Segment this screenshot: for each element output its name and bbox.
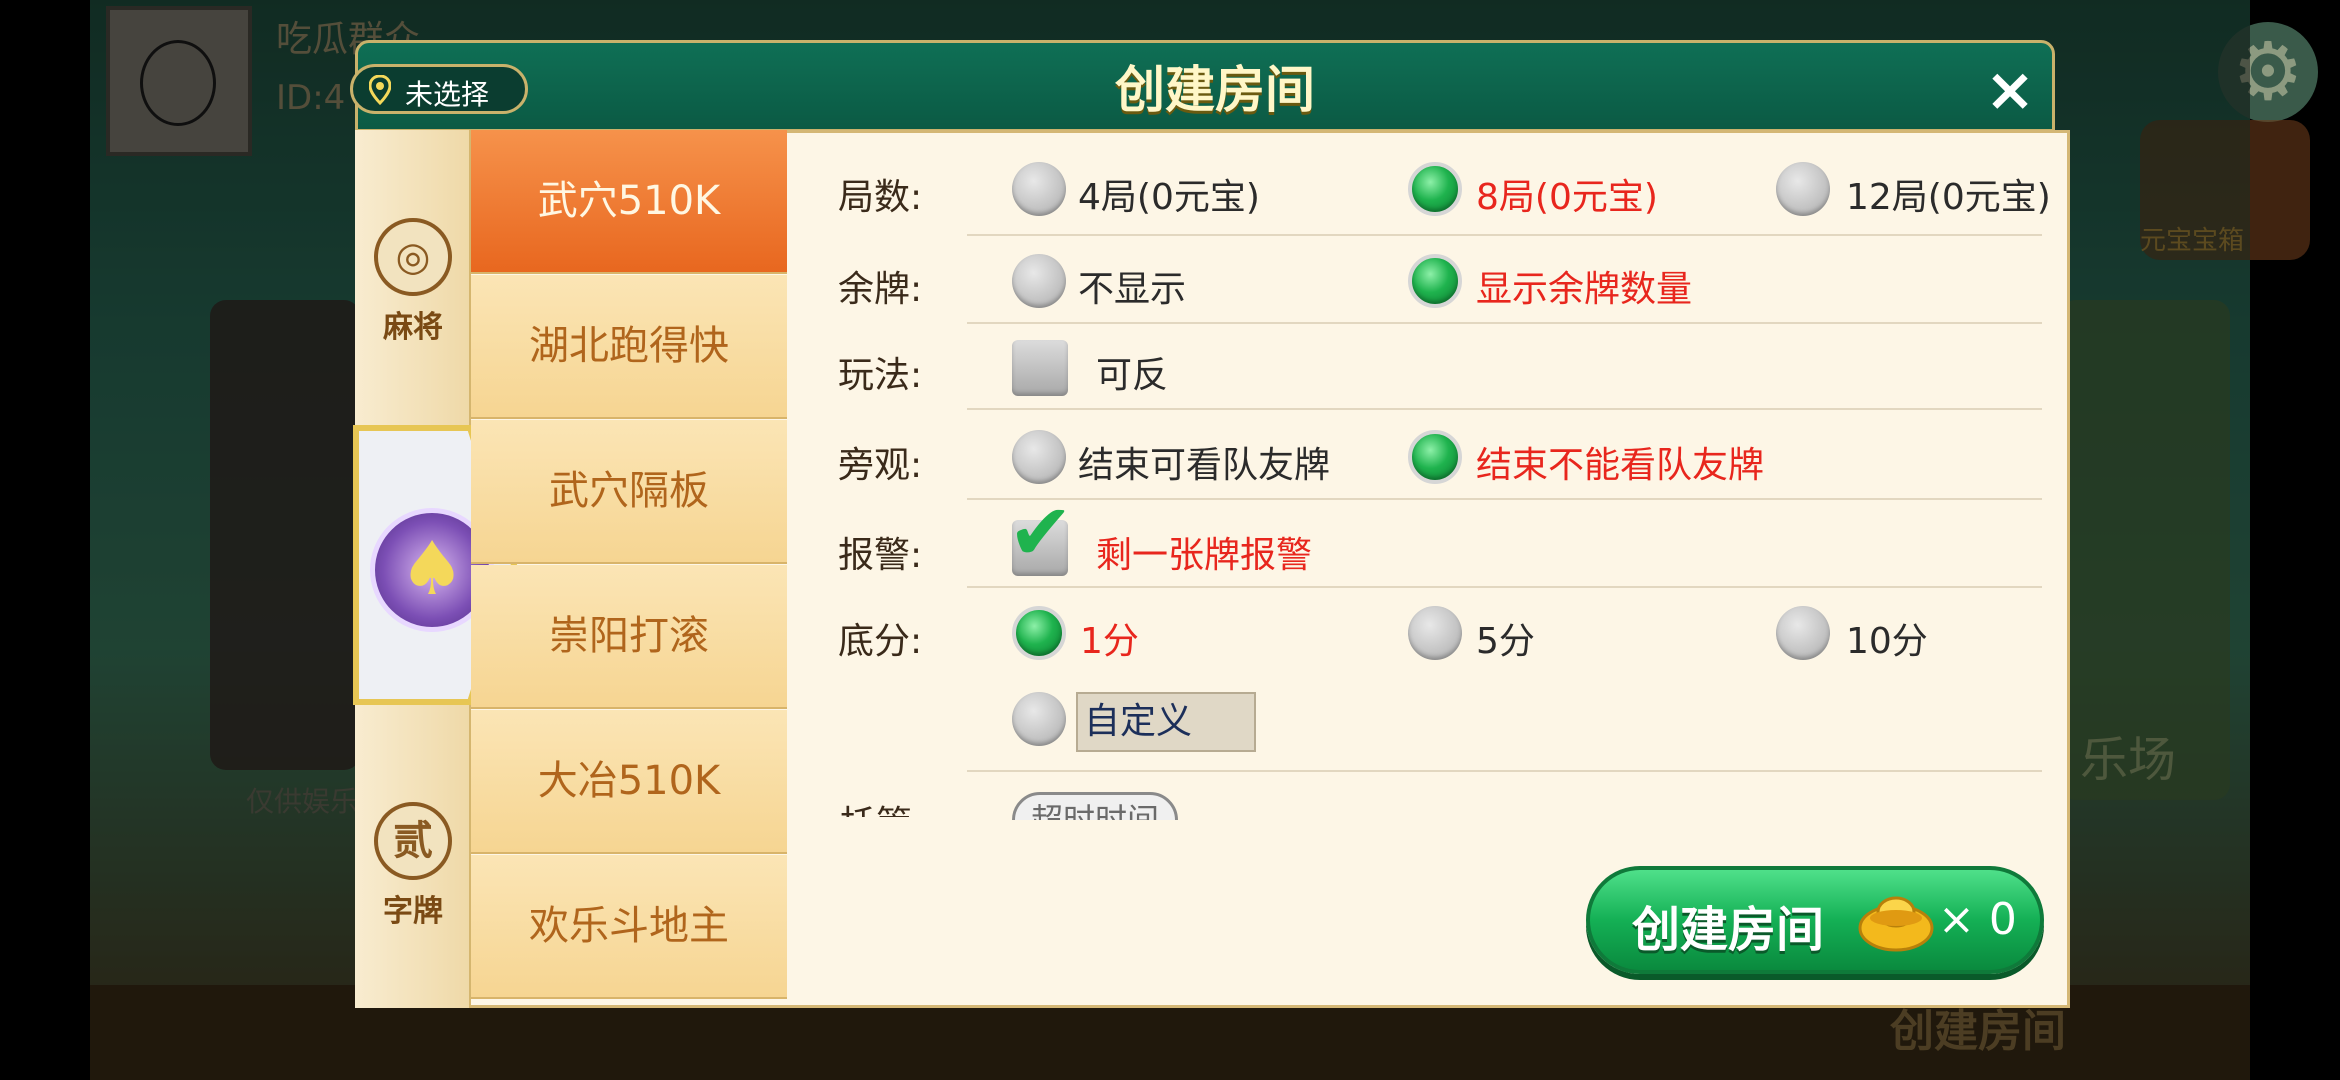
base-option-10[interactable]: 10分	[1846, 612, 1928, 664]
hosting-label: 托管	[840, 795, 912, 817]
location-label: 未选择	[405, 78, 490, 111]
close-button[interactable]: ×	[1978, 58, 2042, 122]
rounds-radio-4[interactable]	[1012, 162, 1066, 216]
play-label: 玩法:	[838, 355, 923, 396]
rounds-label: 局数:	[838, 177, 923, 218]
category-zipai[interactable]: 贰 字牌	[355, 802, 471, 930]
location-selector[interactable]: 未选择	[350, 64, 528, 114]
divider	[967, 498, 2042, 500]
remaining-radio-show[interactable]	[1408, 254, 1462, 308]
play-option-kefan[interactable]: 可反	[1096, 346, 1168, 398]
room-cost: × 0	[1938, 894, 2017, 945]
divider	[967, 408, 2042, 410]
divider	[967, 322, 2042, 324]
rounds-radio-8[interactable]	[1408, 162, 1462, 216]
category-label: 字牌	[383, 894, 443, 929]
base-score-label: 底分:	[838, 621, 923, 662]
alarm-label: 报警:	[838, 535, 923, 576]
spectate-option-can-view[interactable]: 结束可看队友牌	[1078, 436, 1330, 488]
location-pin-icon	[369, 75, 391, 105]
base-radio-custom[interactable]	[1012, 692, 1066, 746]
zipai-icon: 贰	[374, 802, 452, 880]
base-radio-5[interactable]	[1408, 606, 1462, 660]
spectate-option-cannot-view[interactable]: 结束不能看队友牌	[1476, 436, 1764, 488]
create-room-label: 创建房间	[1632, 902, 1825, 958]
base-option-1[interactable]: 1分	[1080, 612, 1139, 664]
rounds-radio-12[interactable]	[1776, 162, 1830, 216]
spectate-radio-cannot-view[interactable]	[1408, 430, 1462, 484]
checkmark-icon: ✔	[1008, 488, 1074, 578]
rounds-option-12[interactable]: 12局(0元宝)	[1846, 168, 2051, 220]
remaining-label: 余牌:	[838, 269, 923, 310]
category-mahjong[interactable]: ◎ 麻将	[355, 218, 471, 346]
game-item-wuxue-geban[interactable]: 武穴隔板	[471, 420, 787, 564]
remaining-option-hide[interactable]: 不显示	[1078, 260, 1186, 312]
hosting-timeout-button[interactable]: 超时时间	[1012, 792, 1182, 820]
divider	[967, 586, 2042, 588]
rounds-option-4[interactable]: 4局(0元宝)	[1078, 168, 1260, 220]
spectate-radio-can-view[interactable]	[1012, 430, 1066, 484]
rounds-option-8[interactable]: 8局(0元宝)	[1476, 168, 1658, 220]
hosting-timeout-label: 超时时间	[1012, 792, 1178, 820]
base-option-5[interactable]: 5分	[1476, 612, 1535, 664]
spectate-label: 旁观:	[838, 445, 923, 486]
divider	[967, 770, 2042, 772]
game-item-daye-510k[interactable]: 大冶510K	[471, 710, 787, 854]
game-item-wuxue-510k[interactable]: 武穴510K	[471, 130, 787, 274]
game-item-hubei-paodekuai[interactable]: 湖北跑得快	[471, 275, 787, 419]
game-item-chongyang-dagun[interactable]: 崇阳打滚	[471, 565, 787, 709]
divider	[967, 234, 2042, 236]
alarm-option-last-card[interactable]: 剩一张牌报警	[1096, 526, 1312, 578]
remaining-option-show[interactable]: 显示余牌数量	[1476, 260, 1692, 312]
category-label: 麻将	[383, 310, 443, 345]
base-custom-field[interactable]: 自定义	[1076, 692, 1256, 752]
game-item-huanle-doudizhu[interactable]: 欢乐斗地主	[471, 855, 787, 999]
dialog-title: 创建房间	[1115, 61, 1315, 119]
create-room-button[interactable]: 创建房间 × 0	[1586, 866, 2044, 974]
gold-ingot-icon	[1858, 896, 1934, 952]
base-radio-10[interactable]	[1776, 606, 1830, 660]
base-radio-1[interactable]	[1012, 606, 1066, 660]
mahjong-icon: ◎	[374, 218, 452, 296]
play-checkbox[interactable]	[1012, 340, 1068, 396]
remaining-radio-hide[interactable]	[1012, 254, 1066, 308]
